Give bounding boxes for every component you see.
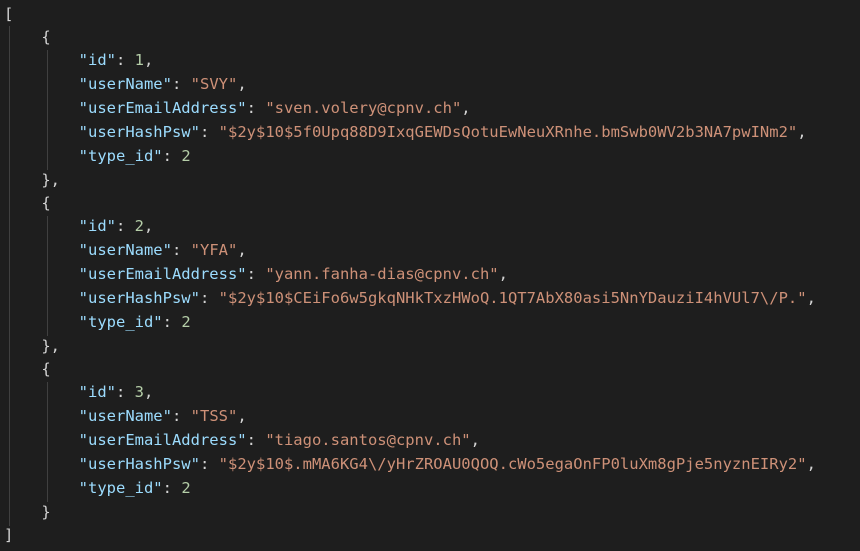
code-line: "userName": "SVY",: [78, 75, 247, 93]
object-open-brace: {: [41, 360, 51, 378]
code-line: "type_id": 2: [78, 479, 191, 497]
id-key: "id": [78, 217, 116, 235]
array-close-bracket: ]: [4, 526, 14, 544]
hash-key: "userHashPsw": [78, 123, 200, 141]
username-key: "userName": [78, 407, 172, 425]
hash-value: "$2y$10$CEiFo6w5gkqNHkTxzHWoQ.1QT7AbX80a…: [218, 289, 807, 307]
type-id-key: "type_id": [78, 479, 163, 497]
type-id-value: 2: [181, 147, 191, 165]
code-line: [: [4, 2, 13, 26]
code-line: "userEmailAddress": "tiago.santos@cpnv.c…: [78, 431, 480, 449]
hash-key: "userHashPsw": [78, 455, 200, 473]
code-line: "userEmailAddress": "sven.volery@cpnv.ch…: [78, 99, 471, 117]
code-line: },: [4, 168, 60, 192]
username-key: "userName": [78, 241, 172, 259]
email-key: "userEmailAddress": [78, 431, 247, 449]
code-line: },: [4, 334, 60, 358]
code-line: "id": 3,: [78, 383, 154, 401]
object-close-brace: }: [41, 503, 51, 521]
hash-key: "userHashPsw": [78, 289, 200, 307]
code-line: "type_id": 2: [78, 147, 191, 165]
type-id-key: "type_id": [78, 147, 163, 165]
id-value: 1: [134, 51, 144, 69]
code-line: "userEmailAddress": "yann.fanha-dias@cpn…: [78, 265, 508, 283]
id-value: 3: [134, 383, 144, 401]
code-line: {: [4, 191, 51, 215]
email-value: "yann.fanha-dias@cpnv.ch": [265, 265, 499, 283]
code-line: {: [4, 357, 51, 381]
code-line: "userHashPsw": "$2y$10$.mMA6KG4\/yHrZROA…: [78, 455, 816, 473]
type-id-value: 2: [181, 313, 191, 331]
object-open-brace: {: [41, 194, 51, 212]
code-line: "userHashPsw": "$2y$10$CEiFo6w5gkqNHkTxz…: [78, 289, 816, 307]
code-line: "userHashPsw": "$2y$10$5f0Upq88D9IxqGEWD…: [78, 123, 807, 141]
id-key: "id": [78, 383, 116, 401]
object-open-brace: {: [41, 28, 51, 46]
email-value: "sven.volery@cpnv.ch": [265, 99, 462, 117]
username-value: "TSS": [190, 407, 238, 425]
hash-value: "$2y$10$5f0Upq88D9IxqGEWDsQotuEwNeuXRnhe…: [218, 123, 798, 141]
object-close-brace: },: [41, 337, 60, 355]
object-close-brace: },: [41, 171, 60, 189]
username-value: "YFA": [190, 241, 238, 259]
code-line: }: [4, 500, 51, 524]
username-key: "userName": [78, 75, 172, 93]
type-id-key: "type_id": [78, 313, 163, 331]
code-line: "id": 1,: [78, 51, 154, 69]
code-line: "id": 2,: [78, 217, 154, 235]
email-key: "userEmailAddress": [78, 99, 247, 117]
type-id-value: 2: [181, 479, 191, 497]
email-value: "tiago.santos@cpnv.ch": [265, 431, 471, 449]
code-line: "userName": "TSS",: [78, 407, 247, 425]
code-editor[interactable]: [ { "id": 1, "userName": "SVY", "userEma…: [0, 0, 860, 551]
code-line: ]: [4, 523, 13, 547]
array-open-bracket: [: [4, 5, 14, 23]
code-line: "type_id": 2: [78, 313, 191, 331]
code-line: "userName": "YFA",: [78, 241, 247, 259]
username-value: "SVY": [190, 75, 238, 93]
id-value: 2: [134, 217, 144, 235]
hash-value: "$2y$10$.mMA6KG4\/yHrZROAU0QOQ.cWo5egaOn…: [218, 455, 807, 473]
id-key: "id": [78, 51, 116, 69]
code-line: {: [4, 25, 51, 49]
email-key: "userEmailAddress": [78, 265, 247, 283]
